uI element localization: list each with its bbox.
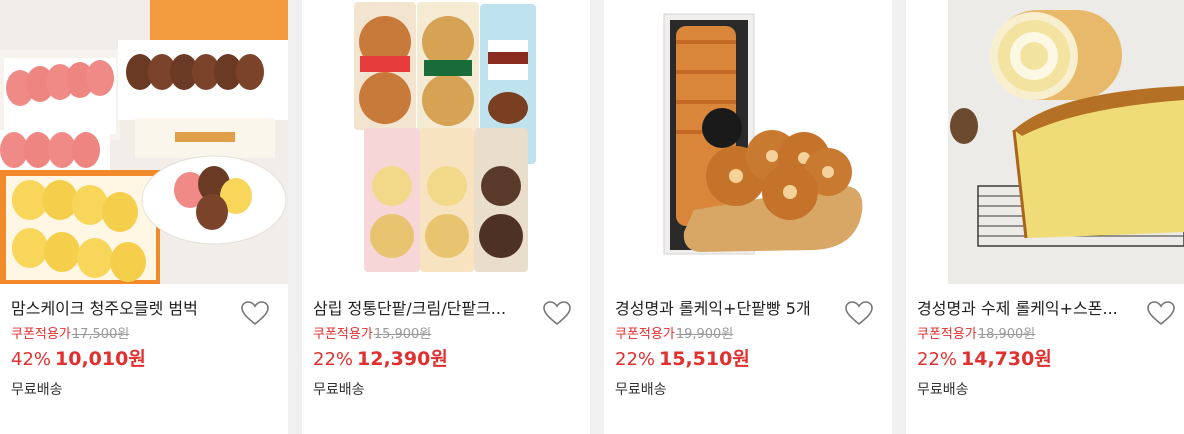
price-line: 22% 15,510원	[615, 346, 892, 373]
heart-icon[interactable]	[542, 300, 574, 328]
heart-icon[interactable]	[844, 300, 876, 328]
price-line: 22% 12,390원	[313, 346, 590, 373]
discount-rate: 22%	[615, 349, 656, 370]
product-image[interactable]	[302, 0, 590, 284]
heart-icon[interactable]	[240, 300, 272, 328]
coupon-price-line: 쿠폰적용가17,500원	[11, 326, 288, 344]
price-line: 42% 10,010원	[11, 346, 288, 373]
product-title[interactable]: 삼립 정통단팥/크림/단팥크...	[313, 298, 523, 320]
heart-icon[interactable]	[1146, 300, 1178, 328]
discount-rate: 42%	[11, 349, 52, 370]
product-card[interactable]: 경성명과 수제 롤케익+스폰... 쿠폰적용가18,900원 22% 14,730…	[906, 0, 1184, 434]
product-image[interactable]	[0, 0, 288, 284]
coupon-label: 쿠폰적용가	[615, 327, 675, 342]
shipping-info: 무료배송	[615, 382, 667, 398]
coupon-label: 쿠폰적용가	[11, 327, 71, 342]
original-price: 18,900원	[977, 327, 1036, 342]
product-card[interactable]: 경성명과 롤케익+단팥빵 5개 쿠폰적용가19,900원 22% 15,510원 …	[604, 0, 892, 434]
sale-price: 10,010원	[55, 348, 146, 370]
product-card[interactable]: 삼립 정통단팥/크림/단팥크... 쿠폰적용가15,900원 22% 12,390…	[302, 0, 590, 434]
product-info: 맘스케이크 청주오믈렛 범벅 쿠폰적용가17,500원 42% 10,010원 무…	[0, 284, 288, 400]
discount-rate: 22%	[313, 349, 354, 370]
price-line: 22% 14,730원	[917, 346, 1184, 373]
product-grid-row: 맘스케이크 청주오믈렛 범벅 쿠폰적용가17,500원 42% 10,010원 무…	[0, 0, 1184, 434]
shipping-info: 무료배송	[313, 382, 365, 398]
coupon-label: 쿠폰적용가	[313, 327, 373, 342]
discount-rate: 22%	[917, 349, 958, 370]
sale-price: 15,510원	[659, 348, 750, 370]
shipping-info: 무료배송	[917, 382, 969, 398]
product-title[interactable]: 경성명과 롤케익+단팥빵 5개	[615, 298, 825, 320]
coupon-label: 쿠폰적용가	[917, 327, 977, 342]
coupon-price-line: 쿠폰적용가18,900원	[917, 326, 1184, 344]
product-info: 경성명과 수제 롤케익+스폰... 쿠폰적용가18,900원 22% 14,730…	[906, 284, 1184, 400]
product-image[interactable]	[604, 0, 892, 284]
product-image[interactable]	[906, 0, 1184, 284]
product-card[interactable]: 맘스케이크 청주오믈렛 범벅 쿠폰적용가17,500원 42% 10,010원 무…	[0, 0, 288, 434]
original-price: 17,500원	[71, 327, 130, 342]
coupon-price-line: 쿠폰적용가15,900원	[313, 326, 590, 344]
shipping-info: 무료배송	[11, 382, 63, 398]
coupon-price-line: 쿠폰적용가19,900원	[615, 326, 892, 344]
original-price: 19,900원	[675, 327, 734, 342]
sale-price: 12,390원	[357, 348, 448, 370]
product-info: 삼립 정통단팥/크림/단팥크... 쿠폰적용가15,900원 22% 12,390…	[302, 284, 590, 400]
product-info: 경성명과 롤케익+단팥빵 5개 쿠폰적용가19,900원 22% 15,510원 …	[604, 284, 892, 400]
product-title[interactable]: 맘스케이크 청주오믈렛 범벅	[11, 298, 221, 320]
product-title[interactable]: 경성명과 수제 롤케익+스폰...	[917, 298, 1127, 320]
sale-price: 14,730원	[961, 348, 1052, 370]
original-price: 15,900원	[373, 327, 432, 342]
